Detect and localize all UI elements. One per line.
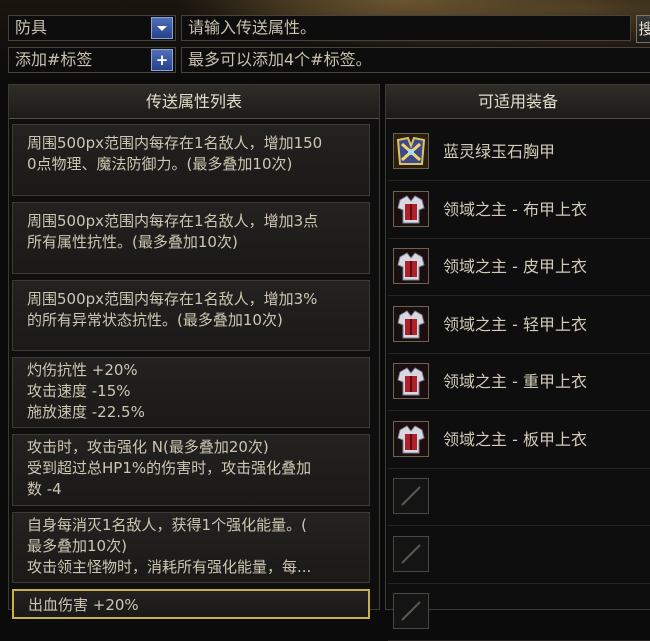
attr-card-line: 所有属性抗性。(最多叠加10次) [27,233,238,251]
equip-row[interactable]: 领域之主 - 轻甲上衣 [388,296,650,354]
equip-row[interactable]: 领域之主 - 布甲上衣 [388,181,650,239]
attr-card-line: 攻击领主怪物时，消耗所有强化能量，每... [27,558,312,576]
attr-card[interactable]: 出血伤害 +20% [12,589,370,619]
attr-card-line: 攻击速度 -15% [27,382,131,400]
equip-name: 领域之主 - 板甲上衣 [443,429,587,449]
equip-panel-title: 可适用装备 [386,85,650,119]
attr-card-line: 最多叠加10次) [27,537,127,555]
attr-card-line: 出血伤害 +20% [28,596,139,614]
equip-row[interactable]: 领域之主 - 重甲上衣 [388,353,650,411]
attr-card-line: 周围500px范围内每存在1名敌人，增加150 [27,134,323,152]
equip-name: 领域之主 - 重甲上衣 [443,372,587,391]
plus-icon: + [155,51,169,69]
armor-top-icon [393,305,429,342]
attr-card[interactable]: 周围500px范围内每存在1名敌人，增加3点 所有属性抗性。(最多叠加10次) [12,202,370,274]
empty-slot-icon [393,478,429,514]
attr-card-line: 0点物理、魔法防御力。(最多叠加10次) [27,155,293,173]
attr-list-title: 传送属性列表 [9,85,379,119]
armor-top-icon [393,420,429,457]
attr-card-line: 的所有异常状态抗性。(最多叠加10次) [27,311,283,329]
search-input[interactable]: 请输入传送属性。 [181,15,631,41]
attr-card-line: 自身每消灭1名敌人，获得1个强化能量。( [27,516,307,534]
empty-equip-row [388,468,650,526]
attr-card-line: 周围500px范围内每存在1名敌人，增加3点 [27,212,319,230]
attr-card-line: 受到超过总HP1%的伤害时，攻击强化叠加 [27,459,312,477]
armor-top-icon [393,248,429,284]
search-button-label: 搜 [638,20,650,38]
attr-card-line: 数 -4 [27,480,62,498]
category-value: 防具 [15,18,48,37]
tag-field-label: 添加#标签 [15,50,93,69]
dropdown-arrow-button[interactable] [151,17,173,39]
breastplate-icon [393,133,429,169]
search-placeholder: 请输入传送属性。 [188,18,317,37]
equip-row[interactable]: 领域之主 - 板甲上衣 [388,411,650,469]
attr-card-line: 灼伤抗性 +20% [27,361,138,379]
attr-card-line: 施放速度 -22.5% [27,403,145,421]
tag-hint: 最多可以添加4个#标签。 [181,47,650,73]
empty-equip-row [388,526,650,584]
add-tag-button[interactable]: + [151,49,173,71]
equip-name: 领域之主 - 布甲上衣 [443,199,587,219]
empty-equip-row [388,583,650,641]
armor-top-icon [393,190,429,227]
armor-top-icon [393,363,429,399]
attr-card[interactable]: 自身每消灭1名敌人，获得1个强化能量。( 最多叠加10次) 攻击领主怪物时，消耗所有… [12,512,370,583]
attr-card[interactable]: 周围500px范围内每存在1名敌人，增加150 0点物理、魔法防御力。(最多叠加1… [12,124,370,196]
equip-name: 蓝灵绿玉石胸甲 [443,142,556,161]
attr-card-line: 攻击时，攻击强化 N(最多叠加20次) [27,438,269,456]
equip-name: 领域之主 - 轻甲上衣 [443,314,587,334]
tag-hint-text: 最多可以添加4个#标签。 [188,50,372,69]
equip-row[interactable]: 蓝灵绿玉石胸甲 [388,123,650,181]
equip-row[interactable]: 领域之主 - 皮甲上衣 [388,238,650,296]
attr-card[interactable]: 攻击时，攻击强化 N(最多叠加20次) 受到超过总HP1%的伤害时，攻击强化叠加数… [12,434,370,506]
search-button[interactable]: 搜 [636,15,650,43]
attr-card[interactable]: 周围500px范围内每存在1名敌人，增加3% 的所有异常状态抗性。(最多叠加10次… [12,280,370,351]
attr-card-line: 周围500px范围内每存在1名敌人，增加3% [27,290,318,308]
empty-slot-icon [393,535,429,572]
chevron-down-icon [157,26,167,31]
equip-name: 领域之主 - 皮甲上衣 [443,257,587,276]
attr-card[interactable]: 灼伤抗性 +20% 攻击速度 -15% 施放速度 -22.5% [12,357,370,428]
empty-slot-icon [393,593,429,629]
